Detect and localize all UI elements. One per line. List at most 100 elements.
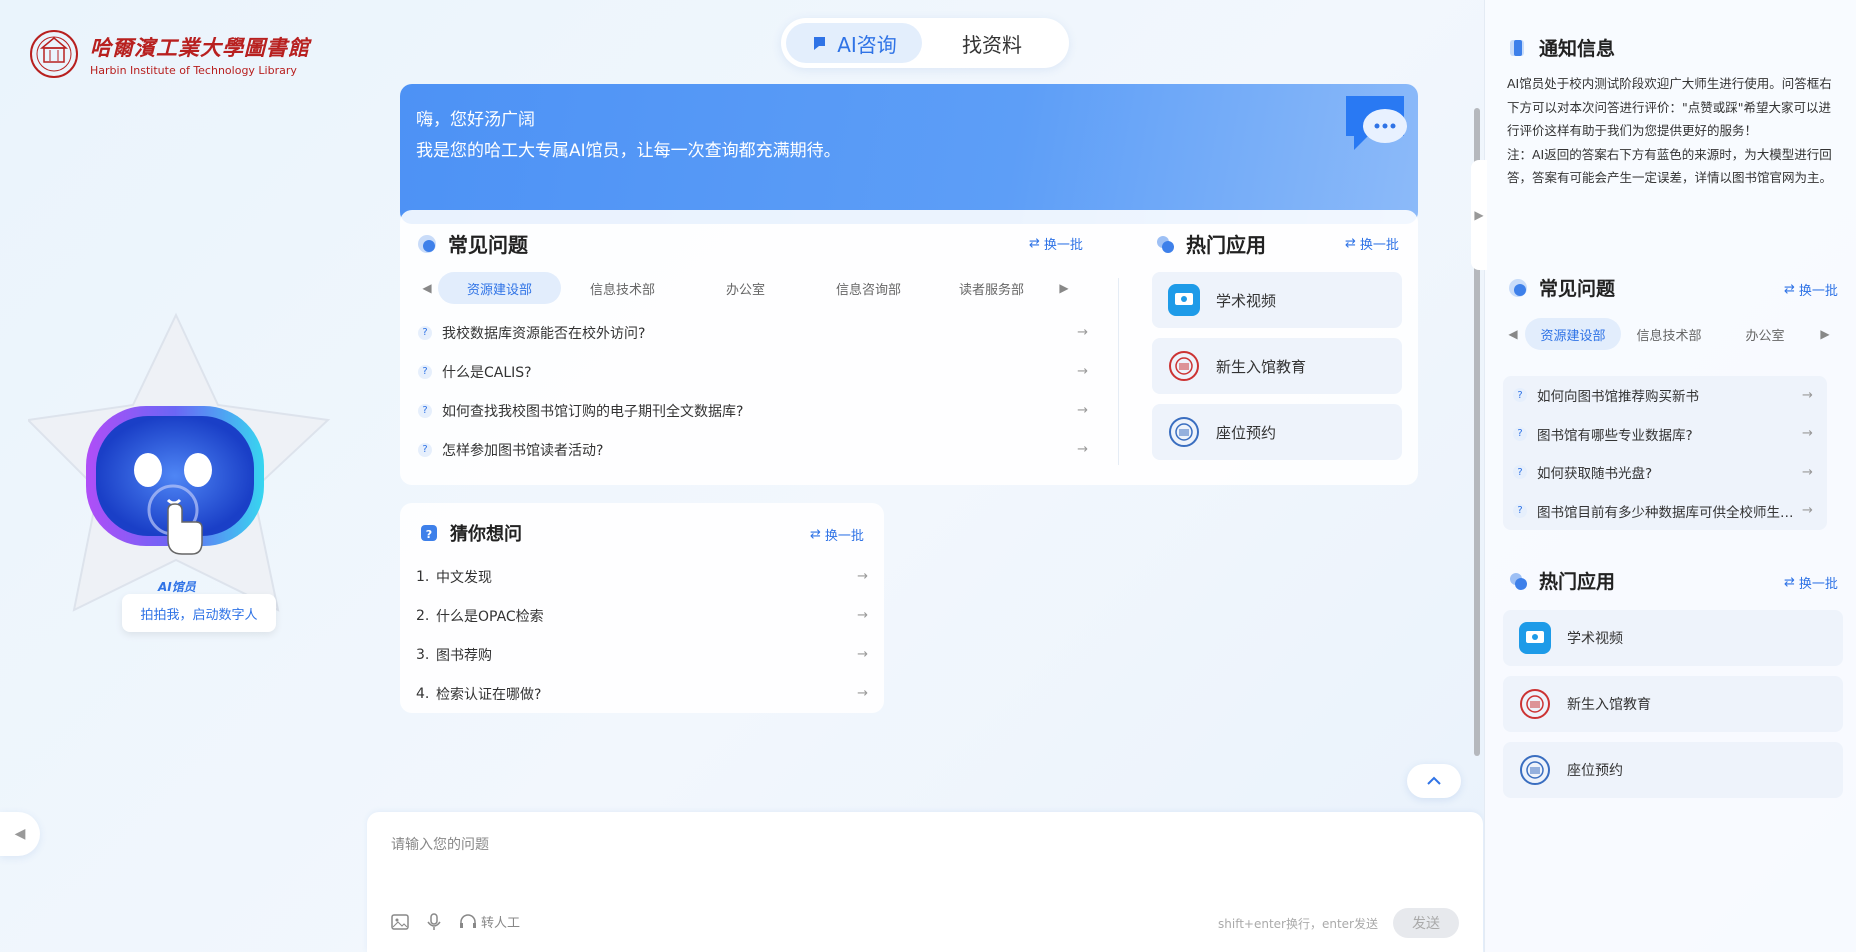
faq-question[interactable]: ? 如何向图书馆推荐购买新书 → bbox=[1511, 376, 1819, 415]
scroll-to-top-button[interactable] bbox=[1407, 764, 1461, 798]
faq-swap-button[interactable]: ⇄ 换一批 bbox=[1029, 234, 1083, 253]
category-tab[interactable]: 办公室 bbox=[684, 272, 807, 304]
question-input[interactable] bbox=[391, 834, 1451, 894]
faq-question[interactable]: ? 图书馆目前有多少种数据库可供全校师生使用 → bbox=[1511, 492, 1819, 531]
category-tab[interactable]: 办公室 bbox=[1717, 318, 1813, 350]
refresh-icon: ⇄ bbox=[1784, 575, 1795, 590]
category-prev-icon[interactable]: ◀ bbox=[1501, 327, 1525, 341]
guess-item-text: 图书荐购 bbox=[436, 647, 492, 664]
arrow-right-icon: → bbox=[857, 608, 868, 623]
intro-text: 我是您的哈工大专属AI馆员，让每一次查询都充满期待。 bbox=[416, 141, 841, 161]
faq-category-tabs: ◀ 资源建设部 信息技术部 办公室 信息咨询部 读者服务部 ▶ bbox=[416, 272, 1088, 304]
faq-question-text: 如何向图书馆推荐购买新书 bbox=[1537, 389, 1699, 406]
left-collapse-button[interactable]: ◀ bbox=[0, 812, 40, 856]
guess-swap-button[interactable]: ⇄ 换一批 bbox=[810, 525, 864, 544]
category-next-icon[interactable]: ▶ bbox=[1053, 281, 1075, 295]
category-tab[interactable]: 资源建设部 bbox=[438, 272, 561, 304]
arrow-right-icon: → bbox=[1802, 464, 1813, 480]
question-mark-icon: ? bbox=[418, 325, 432, 340]
faq-icon bbox=[418, 234, 436, 253]
category-tab[interactable]: 资源建设部 bbox=[1525, 318, 1621, 350]
faq-swap-label: 换一批 bbox=[1043, 238, 1083, 253]
panel-faq-swap-button[interactable]: ⇄ 换一批 bbox=[1784, 280, 1838, 299]
category-next-icon[interactable]: ▶ bbox=[1813, 327, 1837, 341]
seal-red-icon bbox=[1168, 350, 1200, 382]
faq-question-text: 如何获取随书光盘? bbox=[1537, 466, 1653, 483]
library-logo[interactable]: 哈爾濱工業大學圖書館 Harbin Institute of Technolog… bbox=[28, 28, 310, 80]
app-freshman-education[interactable]: 新生入馆教育 bbox=[1152, 338, 1402, 394]
app-academic-video[interactable]: 学术视频 bbox=[1152, 272, 1402, 328]
question-mark-icon: ? bbox=[1513, 503, 1527, 518]
faq-question[interactable]: ? 图书馆有哪些专业数据库? → bbox=[1511, 415, 1819, 454]
panel-faq-swap-label: 换一批 bbox=[1798, 284, 1838, 299]
panel-faq-category-tabs: ◀ 资源建设部 信息技术部 办公室 ▶ bbox=[1501, 318, 1841, 350]
app-academic-video[interactable]: 学术视频 bbox=[1503, 610, 1843, 666]
send-button[interactable]: 发送 bbox=[1393, 908, 1459, 938]
refresh-icon: ⇄ bbox=[1029, 236, 1040, 251]
welcome-banner: 嗨，您好汤广阔 我是您的哈工大专属AI馆员，让每一次查询都充满期待。 bbox=[400, 84, 1418, 224]
seal-blue-icon bbox=[1519, 754, 1551, 786]
guess-list: 1. 中文发现 → 2. 什么是OPAC检索 → 3. 图书荐购 → 4. 检索认证在哪做? → bbox=[416, 557, 868, 713]
faq-question[interactable]: ? 我校数据库资源能否在校外访问? → bbox=[416, 313, 1088, 352]
category-tab-label: 资源建设部 bbox=[1540, 328, 1606, 344]
question-mark-icon: ? bbox=[418, 364, 432, 379]
category-tab[interactable]: 信息技术部 bbox=[1621, 318, 1717, 350]
hot-apps-swap-label: 换一批 bbox=[1359, 238, 1399, 253]
faq-question-text: 怎样参加图书馆读者活动? bbox=[442, 442, 604, 459]
start-digital-human-button[interactable]: 拍拍我，启动数字人 bbox=[122, 594, 276, 632]
faq-question[interactable]: ? 如何查找我校图书馆订购的电子期刊全文数据库? → bbox=[416, 391, 1088, 430]
caret-right-icon: ▶ bbox=[1474, 208, 1484, 222]
app-freshman-education[interactable]: 新生入馆教育 bbox=[1503, 676, 1843, 732]
tab-find-resources[interactable]: 找资料 bbox=[922, 23, 1062, 63]
apps-gear-icon bbox=[1510, 572, 1527, 590]
category-tab-label: 办公室 bbox=[1745, 328, 1785, 344]
faq-icon bbox=[1509, 278, 1527, 297]
guess-item[interactable]: 4. 检索认证在哪做? → bbox=[416, 674, 868, 713]
hot-apps-list: 学术视频 新生入馆教育 座位预约 bbox=[1152, 272, 1402, 470]
app-label: 学术视频 bbox=[1567, 631, 1623, 647]
arrow-right-icon: → bbox=[1802, 503, 1813, 519]
notice-header: 通知信息 bbox=[1507, 34, 1615, 61]
panel-hot-apps-swap-button[interactable]: ⇄ 换一批 bbox=[1784, 573, 1838, 592]
guess-item-number: 1. bbox=[416, 568, 430, 585]
panel-hot-apps-header: 热门应用 bbox=[1507, 567, 1615, 594]
tab-ai-consult[interactable]: AI咨询 bbox=[786, 23, 922, 63]
seal-red-icon bbox=[1519, 688, 1551, 720]
arrow-right-icon: → bbox=[1077, 325, 1088, 340]
category-tab[interactable]: 信息咨询部 bbox=[807, 272, 930, 304]
image-upload-icon[interactable] bbox=[391, 913, 409, 930]
transfer-human-button[interactable]: 转人工 bbox=[459, 912, 520, 931]
notice-text: AI馆员处于校内测试阶段欢迎广大师生进行使用。问答框右下方可以对本次问答进行评价… bbox=[1507, 72, 1843, 190]
faq-title: 常见问题 bbox=[448, 233, 528, 257]
faq-question-list: ? 我校数据库资源能否在校外访问? → ? 什么是CALIS? → ? 如何查找我校图书馆… bbox=[416, 313, 1088, 469]
notice-paragraph: 注：AI返回的答案右下方有蓝色的来源时，为大模型进行回答，答案有可能会产生一定误… bbox=[1507, 146, 1833, 186]
faq-question[interactable]: ? 什么是CALIS? → bbox=[416, 352, 1088, 391]
arrow-right-icon: → bbox=[857, 686, 868, 701]
guess-item[interactable]: 3. 图书荐购 → bbox=[416, 635, 868, 674]
headset-icon bbox=[460, 913, 476, 928]
microphone-icon[interactable] bbox=[427, 912, 441, 931]
notice-icon bbox=[1510, 39, 1524, 56]
category-tab[interactable]: 信息技术部 bbox=[561, 272, 684, 304]
panel-collapse-button[interactable]: ▶ bbox=[1471, 160, 1487, 270]
tab-ai-consult-label: AI咨询 bbox=[837, 32, 897, 57]
app-label: 新生入馆教育 bbox=[1216, 357, 1307, 376]
app-seat-reservation[interactable]: 座位预约 bbox=[1503, 742, 1843, 798]
arrow-right-icon: → bbox=[1077, 442, 1088, 457]
category-prev-icon[interactable]: ◀ bbox=[416, 281, 438, 295]
question-mark-icon: ? bbox=[1513, 426, 1527, 441]
faq-question[interactable]: ? 如何获取随书光盘? → bbox=[1511, 453, 1819, 492]
guess-item[interactable]: 2. 什么是OPAC检索 → bbox=[416, 596, 868, 635]
chevron-up-icon bbox=[1427, 776, 1441, 785]
hot-apps-header: 热门应用 bbox=[1154, 229, 1266, 258]
hot-apps-swap-button[interactable]: ⇄ 换一批 bbox=[1345, 234, 1399, 253]
notice-paragraph: AI馆员处于校内测试阶段欢迎广大师生进行使用。问答框右下方可以对本次问答进行评价… bbox=[1507, 76, 1832, 138]
category-tab[interactable]: 读者服务部 bbox=[930, 272, 1053, 304]
university-seal-icon bbox=[30, 30, 78, 78]
guess-item-text: 中文发现 bbox=[436, 569, 492, 586]
chat-bubble-icon bbox=[1346, 96, 1407, 150]
app-seat-reservation[interactable]: 座位预约 bbox=[1152, 404, 1402, 460]
faq-question-text: 我校数据库资源能否在校外访问? bbox=[442, 325, 646, 342]
guess-item[interactable]: 1. 中文发现 → bbox=[416, 557, 868, 596]
faq-question[interactable]: ? 怎样参加图书馆读者活动? → bbox=[416, 430, 1088, 469]
